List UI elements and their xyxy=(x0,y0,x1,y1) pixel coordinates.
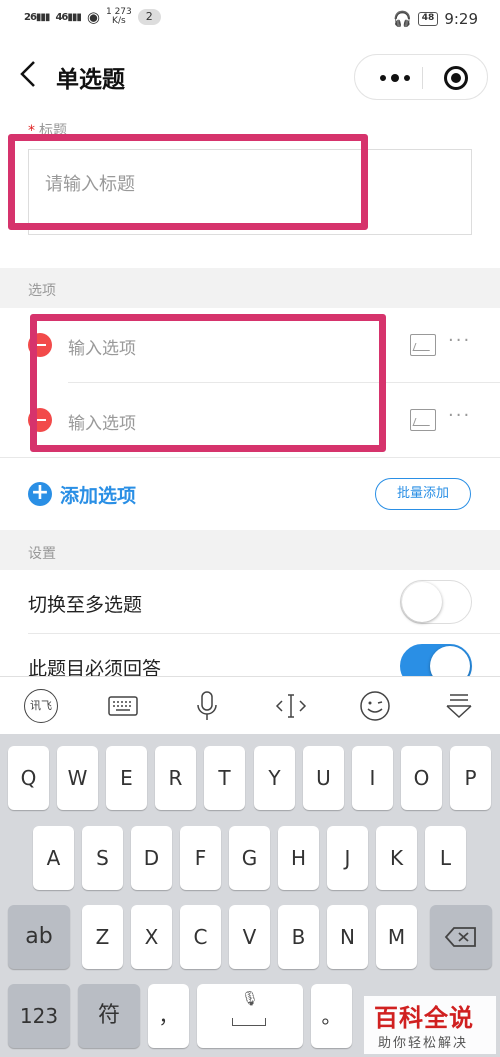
image-icon[interactable] xyxy=(410,409,436,431)
watermark-title: 百科全说 xyxy=(374,1004,474,1032)
more-dots-icon[interactable]: ··· xyxy=(448,330,471,351)
signal-1-label: 26 xyxy=(24,11,37,23)
key-x[interactable]: X xyxy=(131,905,172,969)
add-option-button[interactable]: 添加选项 xyxy=(60,481,136,508)
numbers-key[interactable]: 123 xyxy=(8,984,70,1048)
space-key[interactable]: 🎙 xyxy=(197,984,303,1048)
headset-icon: 🎧 xyxy=(393,10,412,28)
key-o[interactable]: O xyxy=(401,746,442,810)
microphone-icon[interactable] xyxy=(190,689,224,723)
keyboard-toolbar: 讯飞 xyxy=(0,676,500,734)
signal-icon: 26▮▮▮ xyxy=(24,11,50,23)
image-icon[interactable] xyxy=(410,334,436,356)
cursor-move-icon[interactable] xyxy=(274,689,308,723)
net-speed-prefix: 1 xyxy=(105,7,112,17)
key-q[interactable]: Q xyxy=(8,746,49,810)
backspace-key[interactable] xyxy=(430,905,492,969)
required-toggle[interactable] xyxy=(400,644,472,680)
status-bar: 26▮▮▮ 46▮▮▮ ◉ 1 273 K/s 2 🎧 48 9:29 xyxy=(0,0,500,40)
key-y[interactable]: Y xyxy=(254,746,295,810)
symbols-key[interactable]: 符 xyxy=(78,984,140,1048)
capsule-divider xyxy=(422,67,423,89)
backspace-icon xyxy=(444,927,476,947)
watermark-logo: 百科全说 助你轻松解决 xyxy=(364,996,496,1054)
more-dots-icon[interactable]: ··· xyxy=(448,405,471,426)
hide-keyboard-icon[interactable] xyxy=(442,689,476,723)
key-t[interactable]: T xyxy=(204,746,245,810)
key-r[interactable]: R xyxy=(155,746,196,810)
key-w[interactable]: W xyxy=(57,746,98,810)
batch-add-button[interactable]: 批量添加 xyxy=(375,478,471,510)
setting-label: 切换至多选题 xyxy=(28,594,143,616)
emoji-icon[interactable] xyxy=(358,689,392,723)
key-g[interactable]: G xyxy=(229,826,270,890)
options-section-label: 选项 xyxy=(28,283,56,299)
highlight-box-options xyxy=(30,314,386,452)
key-n[interactable]: N xyxy=(327,905,368,969)
toggle-knob xyxy=(402,582,442,622)
settings-section: 切换至多选题 此题目必须回答 xyxy=(0,570,500,680)
key-u[interactable]: U xyxy=(303,746,344,810)
period-key[interactable]: 。 xyxy=(311,984,352,1048)
key-m[interactable]: M xyxy=(376,905,417,969)
more-menu-icon[interactable] xyxy=(371,55,419,101)
key-z[interactable]: Z xyxy=(82,905,123,969)
key-d[interactable]: D xyxy=(131,826,172,890)
mini-program-capsule xyxy=(354,54,488,100)
plus-circle-icon[interactable]: + xyxy=(28,482,52,506)
page-title: 单选题 xyxy=(56,67,125,93)
net-speed: 1 273 K/s xyxy=(106,8,132,26)
key-h[interactable]: H xyxy=(278,826,319,890)
highlight-box-title xyxy=(8,134,368,230)
space-mic-icon: 🎙 xyxy=(241,991,259,1007)
nav-bar: 单选题 xyxy=(0,40,500,112)
toggle-knob xyxy=(430,646,470,680)
key-j[interactable]: J xyxy=(327,826,368,890)
clock: 9:29 xyxy=(444,10,478,28)
key-f[interactable]: F xyxy=(180,826,221,890)
battery-icon: 48 xyxy=(417,12,439,26)
key-k[interactable]: K xyxy=(376,826,417,890)
setting-row: 此题目必须回答 xyxy=(0,634,500,680)
comma-key[interactable]: ， xyxy=(148,984,189,1048)
key-p[interactable]: P xyxy=(450,746,491,810)
keyboard-icon[interactable] xyxy=(106,689,140,723)
settings-section-label: 设置 xyxy=(28,546,56,562)
multi-choice-toggle[interactable] xyxy=(400,580,472,624)
key-b[interactable]: B xyxy=(278,905,319,969)
key-i[interactable]: I xyxy=(352,746,393,810)
key-c[interactable]: C xyxy=(180,905,221,969)
net-speed-unit: K/s xyxy=(112,16,126,26)
back-arrow-icon[interactable] xyxy=(14,56,44,92)
shift-key[interactable]: ab xyxy=(8,905,70,969)
signal-2-label: 46 xyxy=(55,11,68,23)
key-a[interactable]: A xyxy=(33,826,74,890)
ime-logo-icon[interactable]: 讯飞 xyxy=(24,689,58,723)
key-v[interactable]: V xyxy=(229,905,270,969)
watermark-subtitle: 助你轻松解决 xyxy=(378,1036,469,1051)
setting-row: 切换至多选题 xyxy=(0,570,500,634)
key-s[interactable]: S xyxy=(82,826,123,890)
key-e[interactable]: E xyxy=(106,746,147,810)
add-option-row: + 添加选项 批量添加 xyxy=(0,458,500,530)
space-bar-icon xyxy=(232,1018,266,1026)
wifi-icon: ◉ xyxy=(86,8,100,26)
signal-icon-2: 46▮▮▮ xyxy=(55,11,81,23)
key-l[interactable]: L xyxy=(425,826,466,890)
close-target-icon[interactable] xyxy=(444,66,468,90)
notification-badge: 2 xyxy=(137,9,161,25)
